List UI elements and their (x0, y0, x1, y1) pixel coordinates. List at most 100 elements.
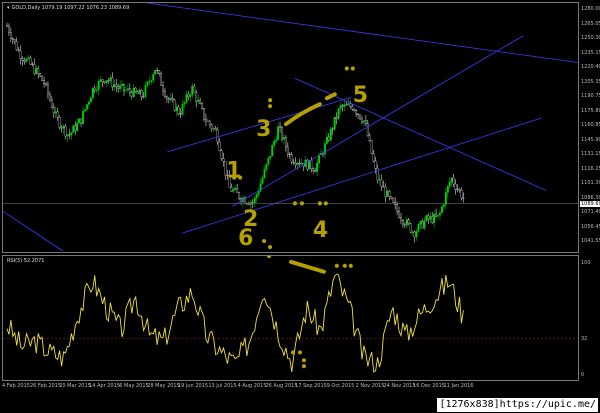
candle-body[interactable] (435, 213, 438, 217)
candle-body[interactable] (179, 113, 182, 115)
candle-body[interactable] (392, 198, 395, 203)
candle-body[interactable] (325, 136, 328, 144)
candle-body[interactable] (359, 114, 361, 120)
candle-body[interactable] (214, 128, 217, 131)
candle-body[interactable] (380, 179, 383, 187)
rsi-chart[interactable] (3, 256, 578, 380)
candle-body[interactable] (347, 103, 350, 106)
candle-body[interactable] (17, 49, 20, 52)
candle-body[interactable] (236, 188, 239, 193)
candle-body[interactable] (271, 145, 274, 157)
candle-body[interactable] (390, 196, 393, 199)
candle-body[interactable] (156, 69, 159, 71)
candle-body[interactable] (357, 113, 360, 115)
candle-body[interactable] (33, 63, 36, 74)
candle-body[interactable] (64, 125, 67, 137)
candle-body[interactable] (446, 186, 449, 193)
candle-body[interactable] (306, 159, 309, 170)
candle-body[interactable] (284, 137, 287, 148)
candle-body[interactable] (191, 85, 194, 96)
candle-body[interactable] (281, 127, 283, 140)
candle-body[interactable] (345, 104, 348, 106)
candle-body[interactable] (296, 162, 299, 165)
candle-body[interactable] (165, 96, 168, 99)
candle-body[interactable] (138, 90, 141, 95)
candle-body[interactable] (91, 87, 94, 99)
candle-body[interactable] (160, 73, 163, 86)
candle-body[interactable] (144, 85, 147, 97)
candle-body[interactable] (46, 83, 49, 95)
candle-body[interactable] (417, 224, 420, 232)
candle-body[interactable] (368, 135, 371, 141)
candle-body[interactable] (29, 57, 32, 65)
candle-body[interactable] (300, 162, 303, 165)
candle-body[interactable] (456, 189, 459, 190)
candle-body[interactable] (431, 216, 434, 223)
candle-body[interactable] (337, 108, 340, 119)
price-chart-pane[interactable]: 1 2 3 4 5 6 ▾ GOLD,Daily 1079.19 1097.22 … (2, 2, 579, 253)
candle-body[interactable] (331, 128, 334, 130)
candle-body[interactable] (400, 217, 402, 221)
candle-body[interactable] (335, 117, 338, 119)
candle-body[interactable] (353, 109, 356, 111)
candle-body[interactable] (173, 99, 176, 112)
candle-body[interactable] (164, 90, 166, 97)
candle-body[interactable] (136, 91, 139, 95)
candle-body[interactable] (220, 150, 223, 159)
candle-body[interactable] (419, 220, 422, 225)
candle-body[interactable] (45, 83, 47, 85)
candle-body[interactable] (21, 58, 24, 61)
candle-body[interactable] (146, 81, 149, 86)
candle-body[interactable] (277, 126, 280, 140)
candle-body[interactable] (93, 87, 96, 91)
candle-body[interactable] (232, 189, 235, 192)
candle-body[interactable] (230, 187, 233, 192)
candle-body[interactable] (41, 75, 44, 81)
candle-body[interactable] (279, 126, 282, 128)
candle-body[interactable] (370, 140, 373, 154)
candle-body[interactable] (362, 120, 365, 123)
candle-body[interactable] (89, 97, 92, 103)
candle-body[interactable] (99, 79, 102, 82)
candle-body[interactable] (444, 192, 447, 205)
candle-body[interactable] (25, 58, 28, 62)
candle-body[interactable] (123, 84, 125, 91)
candle-body[interactable] (31, 63, 34, 65)
candle-body[interactable] (87, 101, 90, 105)
candle-body[interactable] (132, 87, 135, 97)
candle-body[interactable] (195, 91, 198, 102)
candle-body[interactable] (415, 231, 418, 238)
candle-body[interactable] (109, 77, 112, 81)
candle-body[interactable] (185, 94, 188, 103)
candle-body[interactable] (341, 105, 344, 107)
candle-body[interactable] (366, 123, 369, 137)
candle-body[interactable] (37, 68, 40, 74)
candle-body[interactable] (216, 129, 219, 143)
candle-body[interactable] (218, 141, 221, 151)
candle-body[interactable] (427, 215, 430, 220)
candle-body[interactable] (450, 177, 453, 183)
candle-body[interactable] (58, 117, 61, 128)
candle-body[interactable] (80, 118, 83, 124)
candle-body[interactable] (82, 111, 85, 124)
candle-body[interactable] (386, 191, 389, 197)
candle-body[interactable] (35, 68, 38, 74)
candle-body[interactable] (11, 38, 14, 40)
candle-body[interactable] (74, 125, 77, 131)
candle-body[interactable] (54, 111, 57, 114)
candle-body[interactable] (267, 157, 270, 165)
candle-body[interactable] (275, 139, 278, 142)
candle-body[interactable] (396, 204, 399, 212)
candle-body[interactable] (130, 92, 133, 97)
candle-body[interactable] (269, 155, 272, 158)
candle-body[interactable] (339, 105, 342, 110)
candle-body[interactable] (181, 103, 184, 115)
candle-body[interactable] (70, 132, 73, 136)
candle-body[interactable] (6, 25, 8, 27)
candle-body[interactable] (292, 162, 295, 164)
candle-body[interactable] (355, 110, 358, 115)
trend-line[interactable] (3, 210, 64, 252)
candle-body[interactable] (458, 189, 461, 191)
candle-body[interactable] (343, 104, 346, 107)
candle-body[interactable] (134, 87, 137, 92)
